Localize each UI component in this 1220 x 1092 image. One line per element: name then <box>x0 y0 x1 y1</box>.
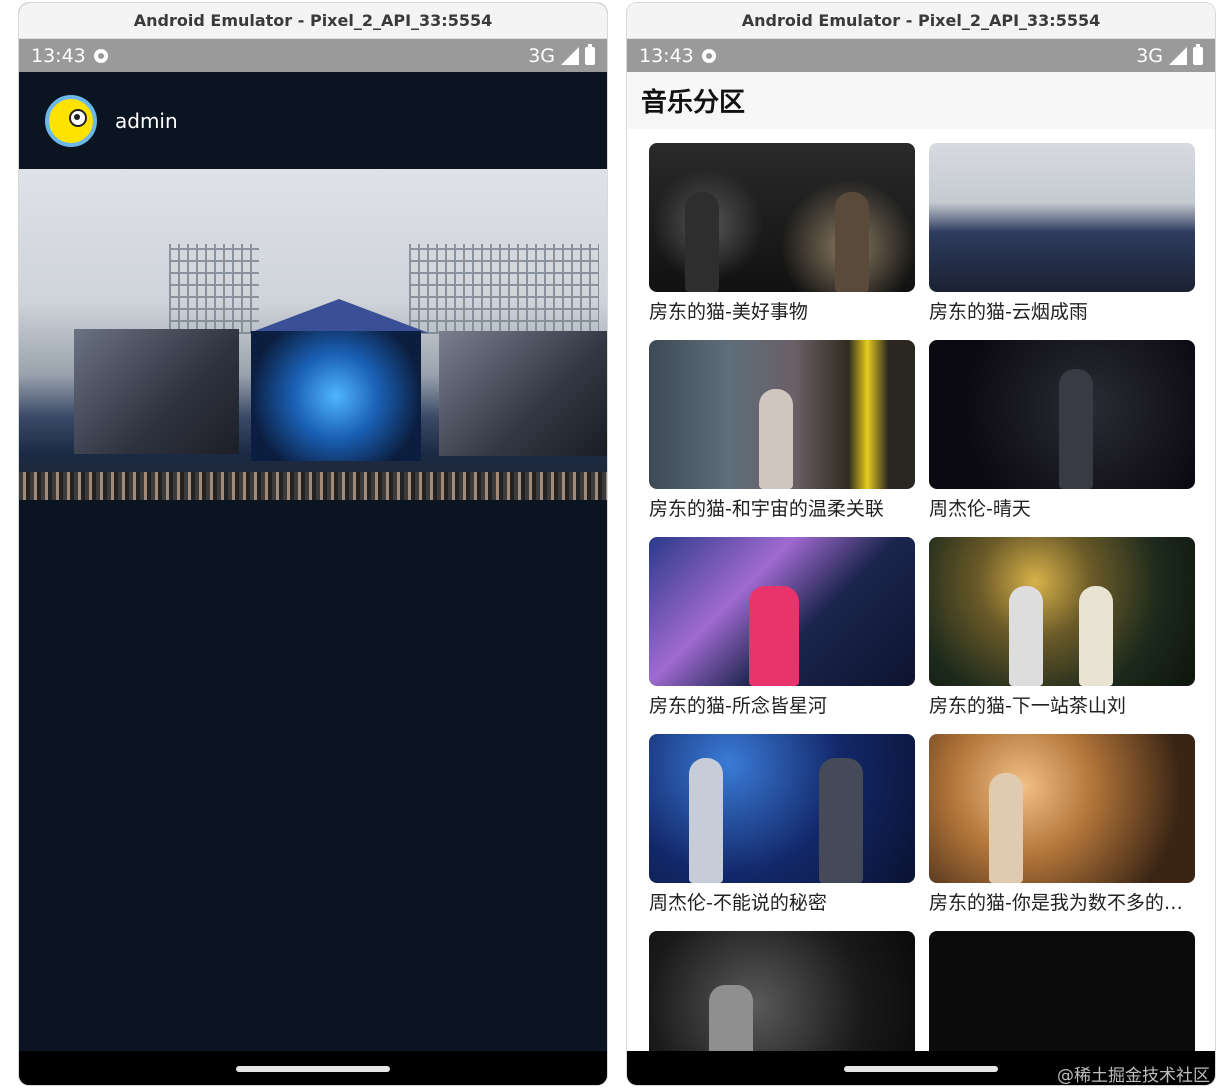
performer-graphic <box>835 192 869 292</box>
username: admin <box>115 108 178 133</box>
video-card[interactable]: 房东的猫-云烟成雨 <box>929 143 1195 324</box>
window-title-right: Android Emulator - Pixel_2_API_33:5554 <box>627 3 1215 39</box>
performer-graphic <box>689 758 723 883</box>
home-gesture-pill[interactable] <box>844 1066 998 1072</box>
user-header: admin <box>19 72 607 169</box>
performer-graphic <box>749 586 799 686</box>
video-caption: 房东的猫-和宇宙的温柔关联 <box>649 498 884 520</box>
status-bar-left: 13:43 3G <box>19 39 607 72</box>
video-caption: 房东的猫-云烟成雨 <box>929 301 1088 323</box>
video-caption: 周杰伦-不能说的秘密 <box>649 892 827 914</box>
home-gesture-pill[interactable] <box>236 1066 390 1072</box>
stage-screen-left <box>74 329 239 454</box>
video-thumbnail[interactable] <box>649 734 915 883</box>
watermark: @稀土掘金技术社区 <box>1057 1066 1210 1086</box>
settings-gear-icon <box>93 48 108 63</box>
crowd-graphic <box>19 472 607 500</box>
stage-screen-center <box>251 331 421 461</box>
emulator-window-right: Android Emulator - Pixel_2_API_33:5554 1… <box>627 3 1215 1085</box>
video-caption: 房东的猫-你是我为数不多的骄傲 <box>929 892 1191 914</box>
signal-icon <box>1169 46 1187 65</box>
status-time: 13:43 <box>639 44 694 67</box>
performer-graphic <box>759 389 793 489</box>
network-label: 3G <box>1136 44 1163 67</box>
performer-graphic <box>1009 586 1043 686</box>
video-caption: 房东的猫-所念皆星河 <box>649 695 827 717</box>
video-thumbnail[interactable] <box>649 340 915 489</box>
stage-roof-graphic <box>249 299 429 333</box>
performer-graphic <box>819 758 863 883</box>
avatar[interactable] <box>45 94 97 147</box>
scaffold-right-graphic <box>409 244 599 334</box>
status-bar-right: 13:43 3G <box>627 39 1215 72</box>
status-icons: 3G <box>1136 43 1203 67</box>
video-thumbnail[interactable] <box>649 143 915 292</box>
stage-screen-right <box>439 331 607 456</box>
gesture-bar-left <box>19 1051 607 1085</box>
video-card[interactable]: 房东的猫-下一站茶山刘 <box>929 537 1195 718</box>
network-label: 3G <box>528 44 555 67</box>
video-card[interactable]: 房东的猫-你是我为数不多的骄傲 <box>929 734 1195 915</box>
status-icons: 3G <box>528 43 595 67</box>
window-title-left: Android Emulator - Pixel_2_API_33:5554 <box>19 3 607 39</box>
performer-graphic <box>1059 369 1093 489</box>
video-card[interactable]: 周杰伦-不能说的秘密 <box>649 734 915 915</box>
video-caption: 房东的猫-美好事物 <box>649 301 808 323</box>
performer-graphic <box>1079 586 1113 686</box>
video-caption: 房东的猫-下一站茶山刘 <box>929 695 1126 717</box>
signal-icon <box>561 46 579 65</box>
video-thumbnail[interactable] <box>929 537 1195 686</box>
video-thumbnail[interactable] <box>929 734 1195 883</box>
emulator-window-left: Android Emulator - Pixel_2_API_33:5554 1… <box>19 3 607 1085</box>
concert-banner-image[interactable] <box>19 169 607 500</box>
status-time: 13:43 <box>31 44 86 67</box>
section-title: 音乐分区 <box>627 72 1215 129</box>
scaffold-left-graphic <box>169 244 259 334</box>
video-caption: 周杰伦-晴天 <box>929 498 1031 520</box>
settings-gear-icon <box>701 48 716 63</box>
avatar-eye-icon <box>69 108 87 127</box>
performer-graphic <box>989 773 1023 883</box>
battery-icon <box>1193 43 1203 65</box>
video-thumbnail[interactable] <box>649 537 915 686</box>
video-card[interactable]: 房东的猫-美好事物 <box>649 143 915 324</box>
video-thumbnail[interactable] <box>929 340 1195 489</box>
video-card[interactable]: 房东的猫-所念皆星河 <box>649 537 915 718</box>
battery-icon <box>585 43 595 65</box>
performer-graphic <box>685 192 719 292</box>
video-thumbnail[interactable] <box>929 143 1195 292</box>
video-card[interactable]: 房东的猫-和宇宙的温柔关联 <box>649 340 915 521</box>
video-card[interactable]: 周杰伦-晴天 <box>929 340 1195 521</box>
